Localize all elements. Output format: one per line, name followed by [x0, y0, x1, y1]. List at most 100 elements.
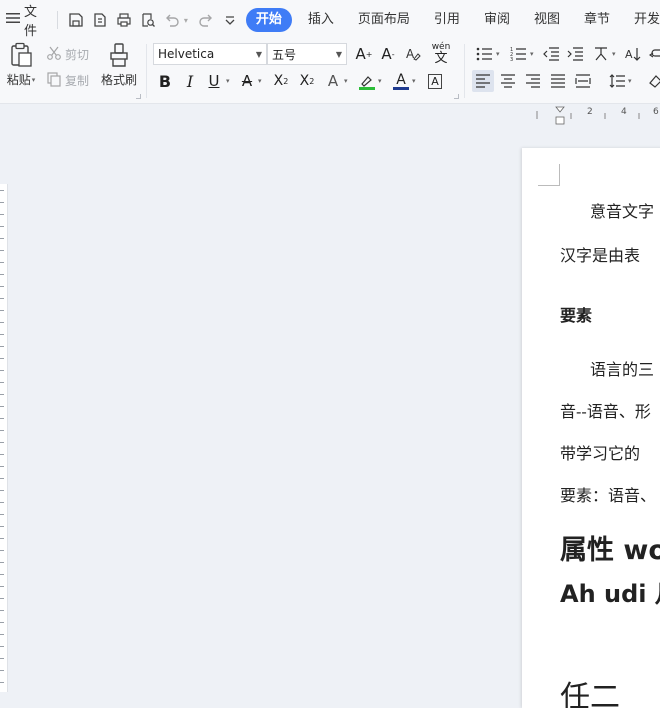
italic-icon[interactable]: I: [179, 70, 201, 92]
ribbon-home: 粘贴 ▾ 剪切 复制 格式刷 Helvetica ▼ 五号 ▼ A + A- A …: [0, 40, 660, 104]
subscript-icon[interactable]: X2: [296, 70, 318, 92]
paragraph-text: 带学习它的: [560, 444, 641, 463]
tab-home[interactable]: 开始: [245, 8, 292, 32]
ruler-tick: [0, 262, 4, 263]
underline-icon[interactable]: U: [203, 70, 225, 92]
text-effect-dropdown-icon[interactable]: ▾: [344, 77, 348, 85]
vertical-ruler[interactable]: [0, 184, 8, 692]
ruler-tick: [0, 190, 4, 191]
ruler-tick: [0, 646, 4, 647]
copy-label: 复制: [65, 73, 90, 88]
print-preview-icon[interactable]: [140, 11, 156, 29]
ruler-mark: 4: [621, 107, 627, 117]
paragraph-text: 任二: [560, 680, 620, 708]
underline-dropdown-icon[interactable]: ▾: [226, 77, 230, 85]
redo-icon[interactable]: [198, 11, 214, 29]
cut-button[interactable]: 剪切: [46, 44, 89, 64]
ruler-tick: [0, 238, 4, 239]
text-effect-icon[interactable]: A: [322, 70, 344, 92]
ruler-tick: [0, 586, 4, 587]
export-pdf-icon[interactable]: [92, 11, 108, 29]
superscript-icon[interactable]: X2: [270, 70, 292, 92]
chevron-down-icon: ▼: [335, 50, 342, 59]
highlight-icon[interactable]: [356, 70, 378, 92]
font-color-dropdown-icon[interactable]: ▾: [412, 77, 416, 85]
show-marks-icon[interactable]: [646, 43, 660, 65]
section-heading: 要素: [560, 306, 593, 325]
ruler-tick: [0, 442, 4, 443]
tab-insert[interactable]: 插入: [296, 8, 346, 32]
ruler-tick: [0, 634, 4, 635]
copy-button[interactable]: 复制: [46, 70, 89, 90]
ruler-tick: [0, 598, 4, 599]
font-size-combo[interactable]: 五号 ▼: [267, 43, 347, 65]
svg-text:3: 3: [510, 57, 513, 61]
line-spacing-dropdown-icon[interactable]: ▾: [628, 77, 632, 85]
horizontal-ruler[interactable]: 2 4 6: [525, 104, 660, 126]
ruler-tick: [0, 370, 4, 371]
ruler-tick: [0, 214, 4, 215]
undo-icon[interactable]: [164, 11, 180, 29]
paste-icon: [9, 42, 33, 71]
ruler-tick: [0, 622, 4, 623]
phonetic-guide-icon[interactable]: wén 文: [426, 43, 456, 66]
save-icon[interactable]: [68, 11, 84, 29]
character-border-icon[interactable]: A: [424, 70, 446, 92]
customize-quick-access-icon[interactable]: [222, 11, 238, 29]
paste-button[interactable]: 粘贴 ▾: [4, 42, 38, 88]
ruler-tick: [0, 610, 4, 611]
paragraph-text: 语言的三: [590, 360, 655, 379]
strikethrough-icon[interactable]: A: [236, 70, 258, 92]
clear-formatting-icon[interactable]: A: [402, 43, 424, 65]
paste-label: 粘贴: [6, 73, 31, 87]
file-menu-button[interactable]: 文件: [0, 5, 51, 39]
chinese-layout-icon[interactable]: [590, 43, 612, 65]
tab-view[interactable]: 视图: [522, 8, 572, 32]
ruler-tick: [0, 394, 4, 395]
bullet-list-dropdown-icon[interactable]: ▾: [496, 50, 500, 58]
font-color-icon[interactable]: A: [390, 70, 412, 92]
bold-icon[interactable]: B: [154, 70, 176, 92]
print-icon[interactable]: [116, 11, 132, 29]
format-painter-label: 格式刷: [100, 73, 137, 87]
ruler-tick: [0, 382, 4, 383]
format-painter-icon: [108, 42, 130, 71]
chevron-down-icon: ▼: [255, 50, 262, 59]
chinese-layout-dropdown-icon[interactable]: ▾: [612, 50, 616, 58]
highlight-dropdown-icon[interactable]: ▾: [378, 77, 382, 85]
font-dialog-launcher[interactable]: [454, 94, 459, 99]
undo-dropdown-icon[interactable]: ▾: [184, 16, 188, 25]
line-spacing-icon[interactable]: [606, 70, 628, 92]
tab-review[interactable]: 审阅: [472, 8, 522, 32]
numbered-list-dropdown-icon[interactable]: ▾: [530, 50, 534, 58]
ruler-tick: [0, 478, 4, 479]
distributed-align-icon[interactable]: [572, 70, 594, 92]
font-name-value: Helvetica: [158, 47, 215, 61]
align-right-icon[interactable]: [522, 70, 544, 92]
increase-indent-icon[interactable]: [564, 43, 586, 65]
shading-icon[interactable]: [644, 70, 660, 92]
clipboard-dialog-launcher[interactable]: [136, 94, 141, 99]
justify-icon[interactable]: [547, 70, 569, 92]
document-page[interactable]: 意音文字 汉字是由表 要素 语言的三 音--语音、形 带学习它的 要素：语音、 …: [522, 148, 660, 708]
bullet-list-icon[interactable]: [473, 43, 495, 65]
format-painter-button[interactable]: 格式刷: [98, 42, 140, 88]
tab-section[interactable]: 章节: [572, 8, 622, 32]
sort-icon[interactable]: A: [622, 43, 644, 65]
shrink-font-icon[interactable]: A-: [377, 43, 399, 65]
grow-font-icon[interactable]: A +: [353, 43, 375, 65]
ruler-tick: [0, 274, 4, 275]
align-left-icon[interactable]: [472, 70, 494, 92]
align-center-icon[interactable]: [497, 70, 519, 92]
tab-page-layout[interactable]: 页面布局: [346, 8, 422, 32]
tab-references[interactable]: 引用: [422, 8, 472, 32]
decrease-indent-icon[interactable]: [540, 43, 562, 65]
document-area[interactable]: 2 4 6 意音文字 汉字是由表 要素 语言的三 音--语音、形 带学习它的 要…: [0, 104, 660, 708]
strikethrough-dropdown-icon[interactable]: ▾: [258, 77, 262, 85]
font-size-value: 五号: [272, 47, 297, 62]
paste-dropdown-icon[interactable]: ▾: [32, 76, 36, 84]
numbered-list-icon[interactable]: 123: [507, 43, 529, 65]
font-name-combo[interactable]: Helvetica ▼: [153, 43, 267, 65]
ruler-tick: [0, 490, 4, 491]
tab-developer[interactable]: 开发: [622, 8, 660, 32]
